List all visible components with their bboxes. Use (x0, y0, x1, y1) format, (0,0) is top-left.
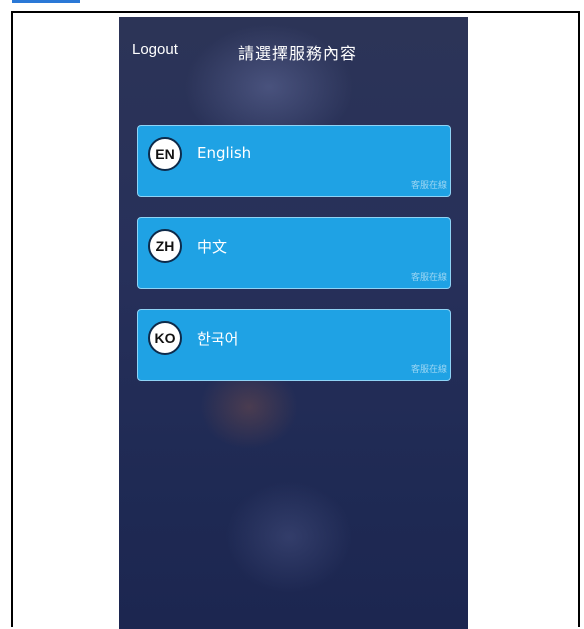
language-code-badge: EN (148, 137, 182, 171)
language-label: 中文 (197, 238, 228, 256)
app-screen: Logout 請選擇服務內容 EN English 客服在線 ZH 中文 客服在… (119, 17, 468, 629)
language-code-badge: KO (148, 321, 182, 355)
top-accent-bar (12, 0, 80, 3)
language-label: 한국어 (197, 330, 239, 348)
language-option-korean[interactable]: KO 한국어 客服在線 (137, 309, 451, 381)
header-bar: Logout 請選擇服務內容 (119, 39, 468, 63)
screenshot-frame: Logout 請選擇服務內容 EN English 客服在線 ZH 中文 客服在… (11, 11, 580, 629)
service-status-text: 客服在線 (410, 181, 447, 191)
language-label: English (197, 144, 252, 162)
page-title: 請選擇服務內容 (238, 44, 358, 63)
logout-button[interactable]: Logout (132, 41, 178, 58)
language-option-english[interactable]: EN English 客服在線 (137, 125, 451, 197)
language-code-badge: ZH (148, 229, 182, 263)
service-status-text: 客服在線 (410, 365, 447, 375)
service-status-text: 客服在線 (410, 273, 447, 283)
language-option-chinese[interactable]: ZH 中文 客服在線 (137, 217, 451, 289)
